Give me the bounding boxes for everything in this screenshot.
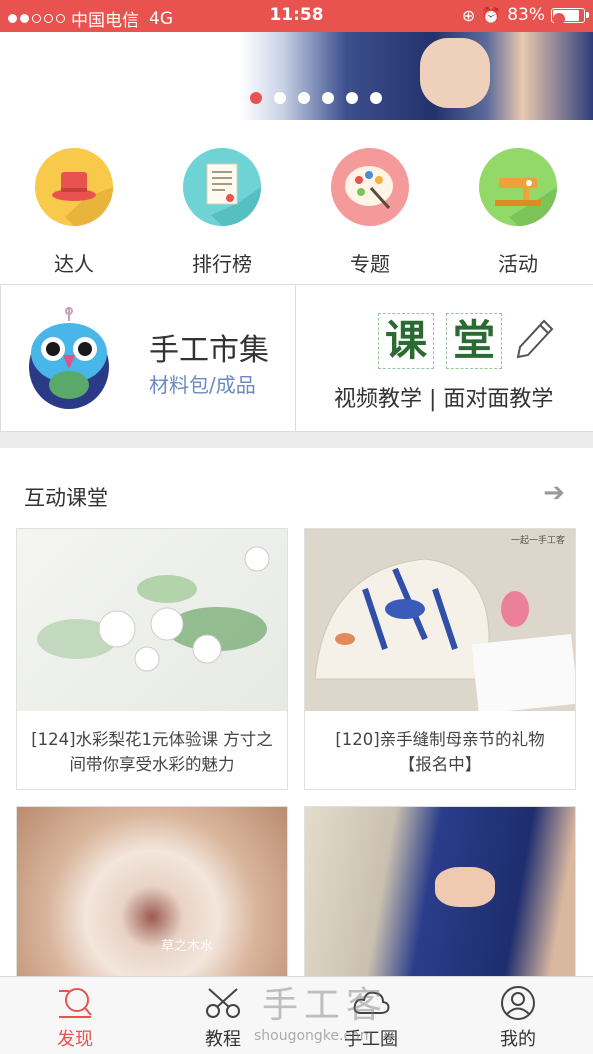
classroom-subtitle: 视频教学 | 面对面教学	[334, 387, 554, 412]
promo-banners: 手工市集 材料包/成品 课 堂 视频教学 | 面对面教学	[0, 284, 593, 432]
quick-nav-label: 达人	[54, 252, 94, 276]
tab-circle[interactable]: 手工圈	[311, 985, 431, 1051]
class-card[interactable]: 一起一手工客 [120]亲手缝制母亲节的礼物【报名中】	[304, 528, 576, 790]
tab-bar: 发现 教程 手工圈 我的	[0, 976, 593, 1054]
quick-nav-label: 专题	[350, 252, 390, 276]
pencil-icon	[514, 317, 554, 365]
class-card-caption: [120]亲手缝制母亲节的礼物【报名中】	[335, 730, 545, 774]
classroom-heading: 课 堂	[378, 313, 554, 369]
cloud-icon	[351, 985, 391, 1021]
class-card[interactable]: [124]水彩梨花1元体验课 方寸之间带你享受水彩的魅力	[16, 528, 288, 790]
rotation-lock-icon: ⊕	[461, 5, 476, 25]
carousel-dot[interactable]	[274, 92, 286, 104]
palette-icon	[331, 148, 409, 226]
class-card-image	[17, 529, 287, 711]
market-subtitle: 材料包/成品	[149, 373, 256, 397]
classroom-char: 课	[378, 313, 434, 369]
tab-label: 我的	[500, 1029, 536, 1050]
quick-nav-label: 活动	[498, 252, 538, 276]
carousel-dot[interactable]	[298, 92, 310, 104]
card-image-text: 草之木水	[161, 939, 214, 954]
notification-badge	[553, 13, 565, 25]
class-card-caption: [124]水彩梨花1元体验课 方寸之间带你享受水彩的魅力	[31, 730, 273, 774]
quick-nav-experts[interactable]: 达人	[14, 148, 134, 277]
carousel-indicator	[250, 92, 382, 104]
quick-nav: 达人 排行榜 专题 活动	[0, 120, 593, 284]
status-right: ⊕ ⏰ 83%	[461, 5, 589, 25]
class-card-image: 一起一手工客	[305, 529, 575, 711]
carousel-dot[interactable]	[370, 92, 382, 104]
carousel-dot[interactable]	[346, 92, 358, 104]
market-promo[interactable]: 手工市集 材料包/成品	[0, 285, 296, 431]
arrow-right-icon[interactable]: ➔	[543, 478, 565, 508]
tab-tutorials[interactable]: 教程	[163, 985, 283, 1051]
sewing-machine-icon	[479, 148, 557, 226]
battery-percent: 83%	[507, 5, 545, 25]
market-title: 手工市集	[149, 333, 269, 368]
interactive-class-section: 互动课堂 ➔ [124]水彩梨花1元体验课 方寸之间带你享受水彩的魅力 一起一手…	[0, 448, 593, 1006]
discover-icon	[55, 985, 95, 1021]
tab-label: 手工圈	[344, 1029, 398, 1050]
banner-hand-image	[420, 38, 490, 108]
quick-nav-topics[interactable]: 专题	[310, 148, 430, 277]
tab-label: 教程	[205, 1029, 241, 1050]
scissors-icon	[203, 985, 243, 1021]
hat-icon	[35, 148, 113, 226]
section-title: 互动课堂	[24, 486, 108, 510]
classroom-promo[interactable]: 课 堂 视频教学 | 面对面教学	[296, 285, 593, 431]
quick-nav-events[interactable]: 活动	[458, 148, 578, 277]
card-image-text: 一起一手工客	[510, 536, 565, 546]
owl-mascot-icon	[25, 307, 113, 411]
alarm-icon: ⏰	[481, 5, 502, 25]
section-divider	[0, 432, 593, 448]
banner-image[interactable]	[240, 32, 593, 120]
carousel-dot[interactable]	[322, 92, 334, 104]
quick-nav-label: 排行榜	[192, 252, 252, 276]
document-icon	[183, 148, 261, 226]
tab-label: 发现	[57, 1029, 93, 1050]
banner-carousel[interactable]	[0, 32, 593, 120]
tab-discover[interactable]: 发现	[15, 985, 135, 1051]
carousel-dot[interactable]	[250, 92, 262, 104]
profile-icon	[498, 985, 538, 1021]
status-bar: 中国电信 4G 11:58 ⊕ ⏰ 83%	[0, 0, 593, 32]
classroom-char: 堂	[446, 313, 502, 369]
quick-nav-ranking[interactable]: 排行榜	[162, 148, 282, 277]
tab-mine[interactable]: 我的	[458, 985, 578, 1051]
